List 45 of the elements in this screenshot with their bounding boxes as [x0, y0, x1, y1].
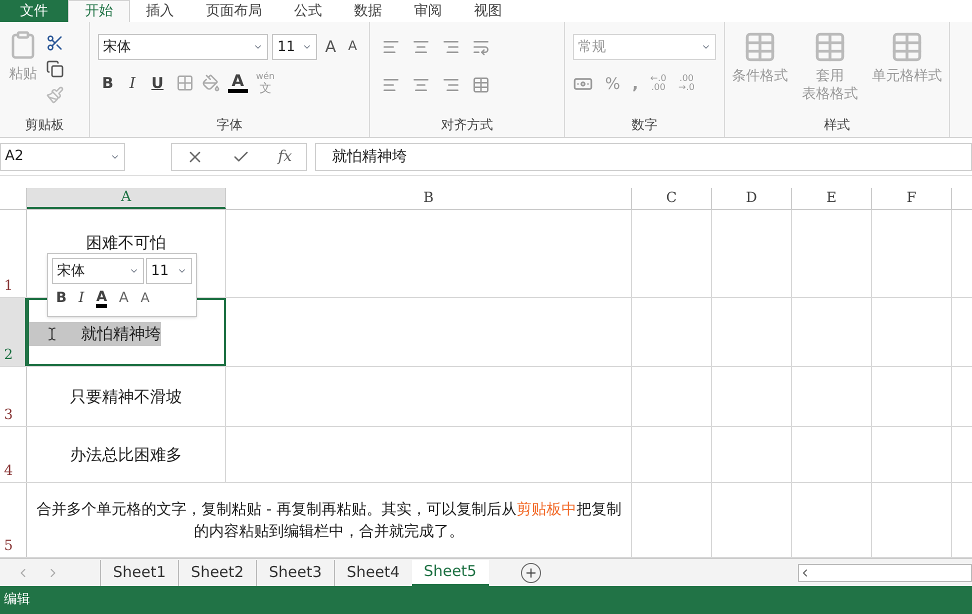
font-size-field[interactable]: 11	[146, 258, 192, 284]
insert-function-button[interactable]: fx	[278, 145, 292, 168]
column-header[interactable]: C	[632, 188, 712, 209]
column-header[interactable]: A	[27, 188, 226, 209]
group-label: 对齐方式	[441, 117, 493, 136]
font-size-field[interactable]: 11	[272, 34, 318, 60]
group-label: 数字	[632, 117, 658, 136]
row-header[interactable]: 5	[0, 483, 27, 557]
group-label: 剪贴板	[25, 117, 64, 136]
column-header[interactable]: F	[872, 188, 952, 209]
ribbon-tab[interactable]: 视图	[458, 0, 518, 22]
file-menu-tab[interactable]: 文件	[0, 0, 68, 22]
sheet-tab[interactable]: Sheet5	[412, 560, 489, 586]
cell-text: 办法总比困难多	[70, 444, 182, 466]
font-color-button[interactable]: A	[228, 73, 248, 94]
grow-font-button[interactable]: A	[321, 35, 340, 59]
row-header[interactable]: 3	[0, 367, 27, 426]
cell-text: 困难不可怕	[86, 232, 166, 254]
column-header[interactable]: B	[226, 188, 632, 209]
column-header[interactable]: D	[712, 188, 792, 209]
status-text: 编辑	[4, 591, 30, 610]
ribbon-tab[interactable]: 数据	[338, 0, 398, 22]
font-name-field[interactable]: 宋体	[98, 34, 268, 60]
ribbon-tab[interactable]: 页面布局	[190, 0, 278, 22]
ribbon-tab[interactable]: 开始	[68, 0, 130, 22]
row-header[interactable]: 4	[0, 427, 27, 482]
row-header[interactable]: 2	[0, 298, 27, 366]
group-label: 字体	[216, 117, 242, 136]
ribbon-tab[interactable]: 审阅	[398, 0, 458, 22]
column-header[interactable]: E	[792, 188, 872, 209]
cell-text: 合并多个单元格的文字，复制粘贴 - 再复制再粘贴。其实，可以复制后从剪贴板中把复制的内容粘贴到编辑栏中，合并就完成了。	[36, 499, 622, 542]
underline-button[interactable]: U	[147, 72, 168, 94]
formula-input[interactable]: 就怕精神垮	[315, 142, 972, 170]
font-name-field[interactable]: 宋体	[52, 258, 144, 284]
font-color-button[interactable]: A	[96, 290, 108, 308]
shrink-font-button[interactable]: A	[344, 37, 361, 57]
group-label: 样式	[824, 117, 850, 136]
cell-text: 就怕精神垮	[29, 322, 161, 346]
row-header[interactable]: 1	[0, 210, 27, 297]
bold-button[interactable]: B	[98, 72, 118, 94]
cell-text: 只要精神不滑坡	[70, 386, 182, 408]
ribbon-tab[interactable]: 插入	[130, 0, 190, 22]
ribbon-tab[interactable]: 公式	[278, 0, 338, 22]
italic-button[interactable]: I	[125, 72, 140, 94]
name-box[interactable]: A2	[0, 142, 125, 170]
